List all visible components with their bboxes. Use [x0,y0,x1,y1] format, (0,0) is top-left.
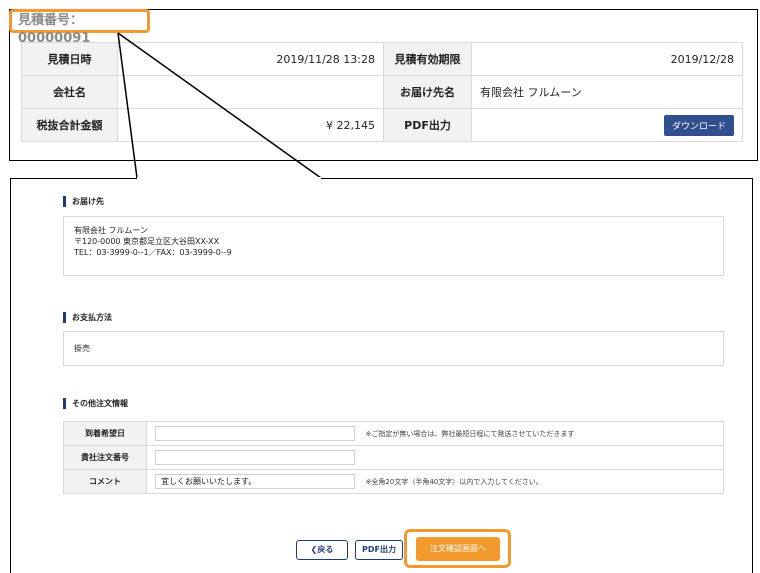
delivery-postal-address: 〒120-0000 東京都足立区大谷田XX-XX [74,237,220,246]
pdf-output-button[interactable]: PDF出力 [355,540,403,560]
payment-section-title: お支払方法 [63,312,112,323]
back-button[interactable]: ❮戻る [296,540,348,560]
comment-note: ※全角20文字（半角40文字）以内で入力してください。 [365,478,543,486]
delivery-address-box: 有限会社 フルムーン 〒120-0000 東京都足立区大谷田XX-XX TEL：… [63,216,724,276]
desired-arrival-label: 到着希望日 [63,421,147,446]
comment-input[interactable]: 宜しくお願いいたします。 [155,474,355,489]
order-confirm-button[interactable]: 注文確認画面へ [416,537,500,561]
payment-method: 掛売 [74,344,90,353]
delivery-phone-fax: TEL：03-3999-0--1／FAX：03-3999-0--9 [74,248,232,257]
desired-arrival-note: ※ご指定が無い場合は、弊社最短日程にて発送させていただきます [365,430,575,438]
po-number-cell [146,445,724,470]
comment-label: コメント [63,469,147,494]
delivery-section-title: お届け先 [63,196,104,207]
table-row: 到着希望日 ※ご指定が無い場合は、弊社最短日程にて発送させていただきます [63,421,724,446]
table-row: 貴社注文番号 [63,445,724,470]
comment-cell: 宜しくお願いいたします。 ※全角20文字（半角40文字）以内で入力してください。 [146,469,724,494]
other-info-section-title: その他注文情報 [63,398,128,409]
payment-method-box: 掛売 [63,331,724,366]
po-number-input[interactable] [155,450,355,465]
delivery-company: 有限会社 フルムーン [74,226,148,235]
po-number-label: 貴社注文番号 [63,445,147,470]
desired-arrival-cell: ※ご指定が無い場合は、弊社最短日程にて発送させていただきます [146,421,724,446]
other-info-table: 到着希望日 ※ご指定が無い場合は、弊社最短日程にて発送させていただきます 貴社注… [63,421,724,494]
desired-arrival-input[interactable] [155,426,355,441]
table-row: コメント 宜しくお願いいたします。 ※全角20文字（半角40文字）以内で入力して… [63,469,724,494]
